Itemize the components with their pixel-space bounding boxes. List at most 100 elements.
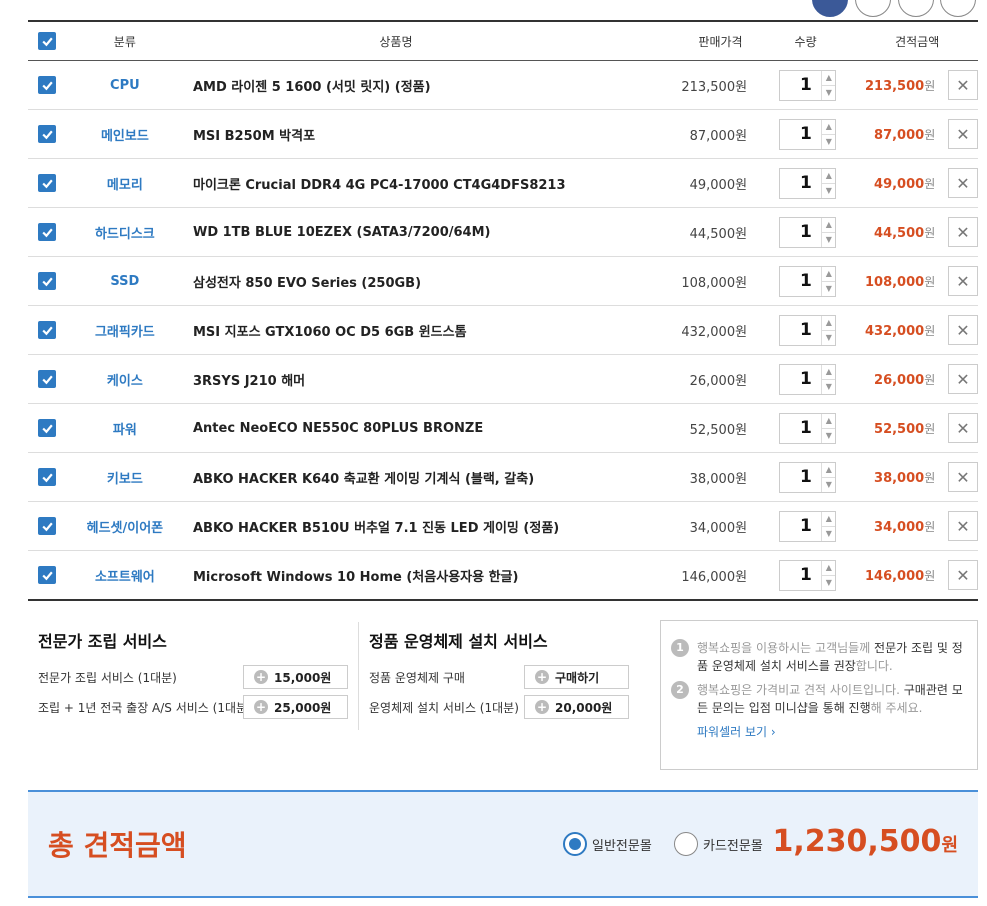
- item-name[interactable]: 마이크론 Crucial DDR4 4G PC4-17000 CT4G4DFS8…: [193, 178, 566, 193]
- item-name[interactable]: Antec NeoECO NE550C 80PLUS BRONZE: [193, 421, 483, 436]
- facebook-share-icon[interactable]: [812, 0, 848, 17]
- delete-button[interactable]: ✕: [948, 364, 978, 394]
- add-assembly-as-button[interactable]: +25,000원: [243, 695, 348, 719]
- row-checkbox[interactable]: [38, 370, 57, 388]
- chevron-up-icon[interactable]: ▲: [822, 267, 836, 282]
- item-category[interactable]: 메모리: [107, 178, 143, 193]
- delete-button[interactable]: ✕: [948, 70, 978, 100]
- power-seller-link[interactable]: 파워셀러 보기 ›: [671, 723, 967, 740]
- delete-button[interactable]: ✕: [948, 217, 978, 247]
- chevron-up-icon[interactable]: ▲: [822, 561, 836, 576]
- quantity-stepper[interactable]: 1 ▲ ▼: [779, 167, 837, 199]
- quantity-stepper[interactable]: 1 ▲ ▼: [779, 69, 837, 101]
- row-checkbox[interactable]: [38, 174, 57, 192]
- item-category[interactable]: CPU: [110, 78, 140, 93]
- chevron-down-icon[interactable]: ▼: [822, 86, 835, 100]
- quantity-value[interactable]: 1: [780, 561, 821, 590]
- item-name[interactable]: ABKO HACKER K640 축교환 게이밍 기계식 (블랙, 갈축): [193, 472, 534, 487]
- item-name[interactable]: MSI B250M 박격포: [193, 129, 315, 144]
- quantity-value[interactable]: 1: [780, 414, 821, 443]
- quantity-value[interactable]: 1: [780, 218, 821, 247]
- item-name[interactable]: Microsoft Windows 10 Home (처음사용자용 한글): [193, 570, 518, 585]
- os-buy-button[interactable]: + 구매하기: [524, 665, 629, 689]
- chevron-down-icon[interactable]: ▼: [822, 135, 835, 149]
- link-share-icon[interactable]: [898, 0, 934, 17]
- item-category[interactable]: 케이스: [107, 374, 143, 389]
- quantity-value[interactable]: 1: [780, 267, 821, 296]
- quantity-stepper[interactable]: 1 ▲ ▼: [779, 559, 837, 591]
- radio-dot-selected[interactable]: [563, 832, 587, 856]
- quantity-stepper[interactable]: 1 ▲ ▼: [779, 216, 837, 248]
- chevron-down-icon[interactable]: ▼: [822, 380, 835, 394]
- radio-dot[interactable]: [674, 832, 698, 856]
- chevron-up-icon[interactable]: ▲: [822, 463, 836, 478]
- item-category[interactable]: 헤드셋/이어폰: [87, 521, 164, 536]
- quantity-stepper[interactable]: 1 ▲ ▼: [779, 363, 837, 395]
- row-checkbox[interactable]: [38, 419, 57, 437]
- item-category[interactable]: 그래픽카드: [95, 325, 155, 340]
- delete-button[interactable]: ✕: [948, 119, 978, 149]
- chevron-up-icon[interactable]: ▲: [822, 414, 836, 429]
- chevron-down-icon[interactable]: ▼: [822, 576, 835, 590]
- quantity-stepper[interactable]: 1 ▲ ▼: [779, 314, 837, 346]
- quantity-value[interactable]: 1: [780, 463, 821, 492]
- chevron-down-icon[interactable]: ▼: [822, 478, 835, 492]
- delete-button[interactable]: ✕: [948, 413, 978, 443]
- quantity-value[interactable]: 1: [780, 71, 821, 100]
- row-checkbox[interactable]: [38, 468, 57, 486]
- item-name[interactable]: 3RSYS J210 해머: [193, 374, 305, 389]
- quantity-value[interactable]: 1: [780, 120, 821, 149]
- chevron-down-icon[interactable]: ▼: [822, 527, 835, 541]
- row-checkbox[interactable]: [38, 125, 57, 143]
- row-checkbox[interactable]: [38, 272, 57, 290]
- quantity-stepper[interactable]: 1 ▲ ▼: [779, 510, 837, 542]
- item-category[interactable]: 메인보드: [101, 129, 149, 144]
- item-category[interactable]: 하드디스크: [95, 227, 155, 242]
- quantity-stepper[interactable]: 1 ▲ ▼: [779, 118, 837, 150]
- row-checkbox[interactable]: [38, 76, 57, 94]
- delete-button[interactable]: ✕: [948, 266, 978, 296]
- item-name[interactable]: ABKO HACKER B510U 버추얼 7.1 진동 LED 게이밍 (정품…: [193, 521, 559, 536]
- item-name[interactable]: MSI 지포스 GTX1060 OC D5 6GB 윈드스톰: [193, 325, 467, 340]
- row-checkbox[interactable]: [38, 566, 57, 584]
- item-category[interactable]: 소프트웨어: [95, 570, 155, 585]
- delete-button[interactable]: ✕: [948, 462, 978, 492]
- os-install-button[interactable]: +20,000원: [524, 695, 629, 719]
- add-assembly-button[interactable]: +15,000원: [243, 665, 348, 689]
- quantity-value[interactable]: 1: [780, 365, 821, 394]
- row-checkbox[interactable]: [38, 223, 57, 241]
- chevron-up-icon[interactable]: ▲: [822, 365, 836, 380]
- quantity-stepper[interactable]: 1 ▲ ▼: [779, 412, 837, 444]
- delete-button[interactable]: ✕: [948, 168, 978, 198]
- radio-card-mall[interactable]: 카드전문몰: [674, 832, 763, 856]
- quantity-value[interactable]: 1: [780, 512, 821, 541]
- chevron-down-icon[interactable]: ▼: [822, 233, 835, 247]
- chevron-up-icon[interactable]: ▲: [822, 218, 836, 233]
- chevron-down-icon[interactable]: ▼: [822, 282, 835, 296]
- mail-share-icon[interactable]: [855, 0, 891, 17]
- quantity-stepper[interactable]: 1 ▲ ▼: [779, 265, 837, 297]
- chevron-up-icon[interactable]: ▲: [822, 169, 836, 184]
- chevron-up-icon[interactable]: ▲: [822, 316, 836, 331]
- delete-button[interactable]: ✕: [948, 511, 978, 541]
- item-name[interactable]: WD 1TB BLUE 10EZEX (SATA3/7200/64M): [193, 225, 491, 240]
- chevron-down-icon[interactable]: ▼: [822, 429, 835, 443]
- chevron-up-icon[interactable]: ▲: [822, 71, 836, 86]
- row-checkbox[interactable]: [38, 321, 57, 339]
- chevron-up-icon[interactable]: ▲: [822, 512, 836, 527]
- item-name[interactable]: AMD 라이젠 5 1600 (서밋 릿지) (정품): [193, 80, 431, 95]
- item-name[interactable]: 삼성전자 850 EVO Series (250GB): [193, 276, 421, 291]
- row-checkbox[interactable]: [38, 517, 57, 535]
- item-category[interactable]: 파워: [113, 423, 137, 438]
- print-icon[interactable]: [940, 0, 976, 17]
- item-category[interactable]: SSD: [110, 274, 139, 289]
- delete-button[interactable]: ✕: [948, 315, 978, 345]
- chevron-down-icon[interactable]: ▼: [822, 331, 835, 345]
- quantity-value[interactable]: 1: [780, 169, 821, 198]
- delete-button[interactable]: ✕: [948, 560, 978, 590]
- quantity-value[interactable]: 1: [780, 316, 821, 345]
- radio-general-mall[interactable]: 일반전문몰: [563, 832, 652, 856]
- chevron-down-icon[interactable]: ▼: [822, 184, 835, 198]
- item-category[interactable]: 키보드: [107, 472, 143, 487]
- quantity-stepper[interactable]: 1 ▲ ▼: [779, 461, 837, 493]
